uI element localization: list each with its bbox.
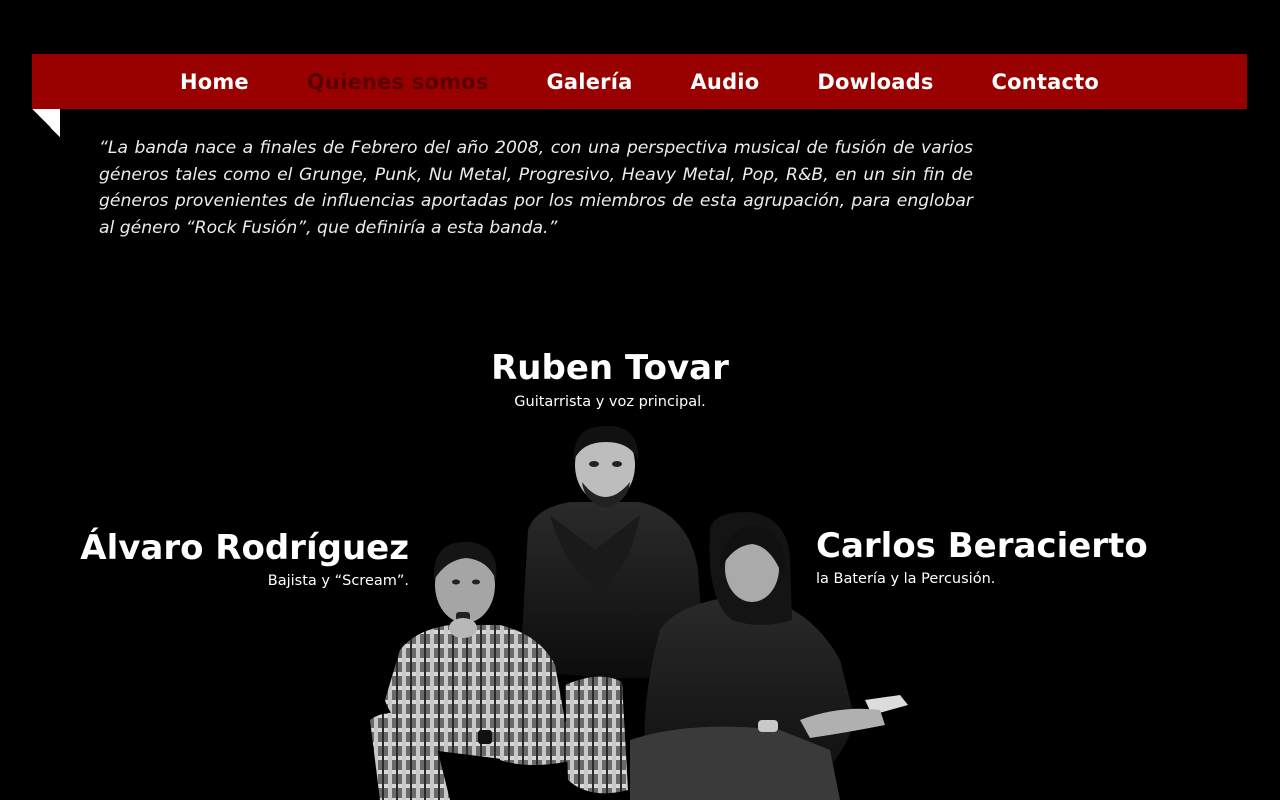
nav-galeria[interactable]: Galería xyxy=(546,70,632,94)
main-nav: Home Quienes somos Galería Audio Dowload… xyxy=(32,54,1247,109)
nav-home[interactable]: Home xyxy=(180,70,249,94)
page-fold-corner xyxy=(32,109,60,137)
nav-contacto[interactable]: Contacto xyxy=(992,70,1100,94)
plaid-pillow xyxy=(565,676,628,794)
member-name-ruben: Ruben Tovar xyxy=(491,348,729,388)
band-intro-text: “La banda nace a finales de Febrero del … xyxy=(99,138,973,238)
band-members-photo xyxy=(370,425,908,800)
nav-dowloads[interactable]: Dowloads xyxy=(817,70,933,94)
nav-quienes-somos[interactable]: Quienes somos xyxy=(307,70,489,94)
member-role-ruben: Guitarrista y voz principal. xyxy=(514,394,706,410)
nav-audio[interactable]: Audio xyxy=(690,70,759,94)
